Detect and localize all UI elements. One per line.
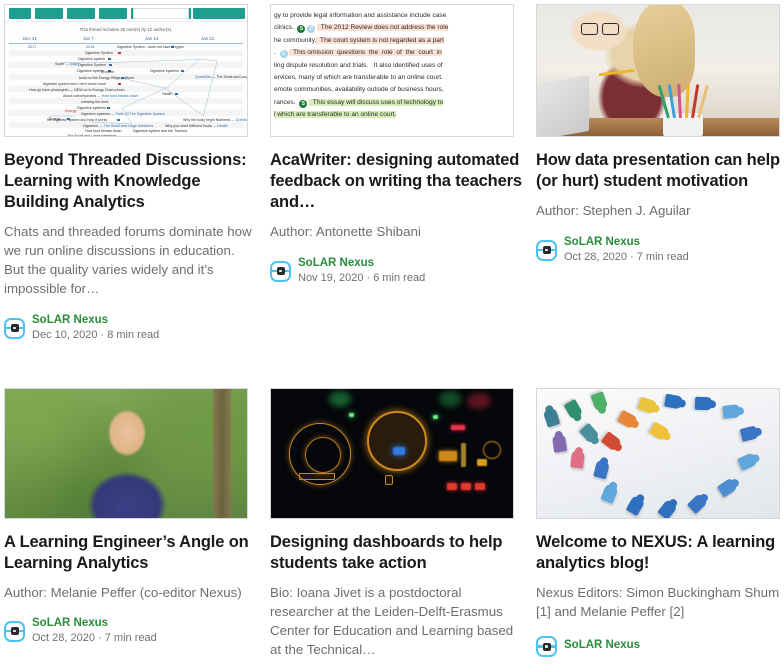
article-title[interactable]: AcaWriter: designing automated feedback …: [270, 150, 522, 213]
article-thumbnail-acawriter-text[interactable]: gy to provide legal information and assi…: [270, 4, 514, 137]
article-thumbnail-wooden-figures-photo[interactable]: [536, 388, 780, 519]
photo-hair: [633, 5, 695, 97]
article-title[interactable]: Welcome to NEXUS: A learning analytics b…: [536, 532, 784, 574]
article-card[interactable]: How data presentation can help (or hurt)…: [535, 0, 784, 342]
article-title[interactable]: Designing dashboards to help students ta…: [270, 532, 522, 574]
publication-name[interactable]: SoLAR Nexus: [564, 236, 689, 249]
publication-avatar-icon[interactable]: [535, 636, 558, 657]
article-thumbnail-car-dashboard-photo[interactable]: [270, 388, 514, 519]
publication-name[interactable]: SoLAR Nexus: [298, 257, 425, 270]
article-excerpt: Nexus Editors: Simon Buckingham Shum [1]…: [536, 585, 780, 619]
thumb-line: he community. The court system is not re…: [274, 36, 444, 44]
thumb-line: clinics. S C The 2012 Review does not ad…: [274, 24, 449, 34]
article-card[interactable]: Designing dashboards to help students ta…: [270, 342, 522, 659]
article-title[interactable]: Beyond Threaded Discussions: Learning wi…: [4, 150, 256, 213]
article-meta: Oct 28, 2020 · 7 min read: [32, 632, 157, 644]
photo-glasses: [581, 23, 619, 35]
article-meta: Oct 28, 2020 · 7 min read: [564, 251, 689, 263]
article-byline[interactable]: SoLAR Nexus Nov 19, 2020 · 6 min read: [269, 257, 522, 285]
photo-laptop: [537, 74, 589, 136]
thumb-line: l which are transferable to an online co…: [274, 111, 397, 119]
article-excerpt: Bio: Ioana Jivet is a postdoctoral resea…: [270, 585, 514, 657]
article-excerpt: Author: Antonette Shibani: [270, 224, 421, 239]
annotation-tag-c: C: [307, 25, 316, 34]
thumb-line: ervices, many of which are transferable …: [274, 73, 443, 81]
article-byline[interactable]: SoLAR Nexus Oct 28, 2020 · 7 min read: [535, 236, 784, 264]
article-byline[interactable]: SoLAR Nexus Dec 10, 2020 · 8 min read: [3, 314, 256, 342]
publication-avatar-icon[interactable]: [3, 317, 26, 339]
thumb-line: . C This omission questions the role of …: [274, 49, 442, 59]
article-meta: Dec 10, 2020 · 8 min read: [32, 329, 160, 341]
article-excerpt: Chats and threaded forums dominate how w…: [4, 224, 252, 296]
article-thumbnail-student-photo[interactable]: [536, 4, 780, 137]
publication-avatar-icon[interactable]: [269, 260, 292, 282]
article-feed: This thread includes 26 note(s) by 12 au…: [0, 0, 784, 659]
article-excerpt: Author: Stephen J. Aguilar: [536, 203, 691, 218]
annotation-tag-c: C: [279, 50, 288, 59]
publication-name[interactable]: SoLAR Nexus: [564, 639, 640, 652]
thumb-line: rances. S This essay will discuss uses o…: [274, 98, 444, 108]
publication-avatar-icon[interactable]: [535, 239, 558, 261]
publication-name[interactable]: SoLAR Nexus: [32, 314, 159, 327]
article-title[interactable]: A Learning Engineer’s Angle on Learning …: [4, 532, 256, 574]
photo-tree-trunk: [213, 389, 231, 518]
article-card[interactable]: Welcome to NEXUS: A learning analytics b…: [535, 342, 784, 659]
article-thumbnail-knowledge-building-analytics[interactable]: This thread includes 26 note(s) by 12 au…: [4, 4, 248, 137]
article-card[interactable]: A Learning Engineer’s Angle on Learning …: [3, 342, 256, 659]
article-excerpt: Author: Melanie Peffer (co-editor Nexus): [4, 585, 242, 600]
article-card[interactable]: gy to provide legal information and assi…: [269, 0, 522, 342]
thumb-line: emote communities, availability outside …: [274, 86, 444, 94]
thumb-line: gy to provide legal information and assi…: [274, 12, 447, 19]
article-byline[interactable]: SoLAR Nexus: [535, 636, 784, 657]
article-card[interactable]: This thread includes 26 note(s) by 12 au…: [3, 0, 256, 342]
annotation-tag-s: S: [299, 99, 308, 108]
thumb-line: ling dispute resolution and trials. It a…: [274, 61, 443, 69]
annotation-tag-s: S: [297, 25, 306, 34]
article-thumbnail-portrait-photo[interactable]: [4, 388, 248, 519]
publication-name[interactable]: SoLAR Nexus: [32, 617, 157, 630]
article-title[interactable]: How data presentation can help (or hurt)…: [536, 150, 784, 192]
article-byline[interactable]: SoLAR Nexus Oct 28, 2020 · 7 min read: [3, 617, 256, 645]
publication-avatar-icon[interactable]: [3, 620, 26, 642]
article-meta: Nov 19, 2020 · 6 min read: [298, 272, 426, 284]
